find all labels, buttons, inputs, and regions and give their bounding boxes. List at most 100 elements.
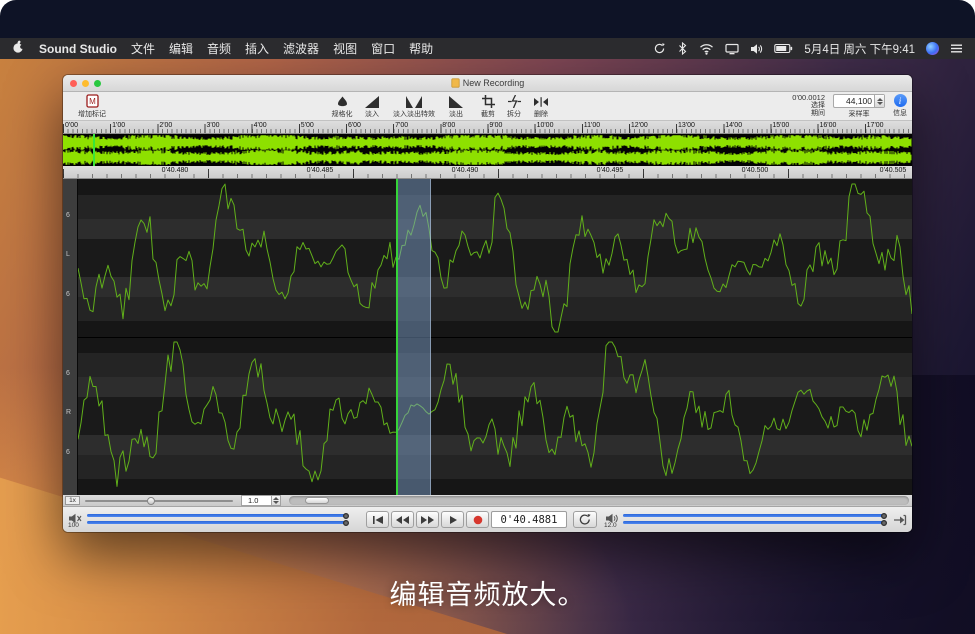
left-volume-slider-2[interactable] bbox=[87, 521, 347, 524]
fine-ruler[interactable]: 0'40.4800'40.4850'40.4900'40.4950'40.500… bbox=[63, 166, 912, 179]
close-button[interactable] bbox=[70, 80, 77, 87]
delete-icon bbox=[534, 94, 548, 108]
ruler-minute-label: 9'00 bbox=[487, 121, 534, 133]
record-button[interactable] bbox=[466, 511, 489, 528]
tool-crop[interactable]: 截剪 bbox=[475, 94, 501, 119]
marketing-frame: Sound Studio 文件 编辑 音频 插入 滤波器 视图 窗口 帮助 bbox=[0, 0, 975, 634]
bluetooth-icon[interactable] bbox=[677, 42, 688, 55]
menu-help[interactable]: 帮助 bbox=[409, 40, 433, 57]
sample-rate-dropdown[interactable]: 44,100 bbox=[833, 94, 885, 108]
timeline-labels: 0'001'002'003'004'005'006'007'008'009'00… bbox=[63, 121, 912, 133]
slider-handle[interactable] bbox=[881, 520, 887, 526]
ruler-minute-label: 2'00 bbox=[157, 121, 204, 133]
horizontal-scrollbar[interactable] bbox=[289, 496, 909, 505]
battery-icon[interactable] bbox=[774, 43, 793, 54]
left-volume-slider[interactable] bbox=[87, 514, 347, 517]
playthrough-slider-2[interactable] bbox=[623, 521, 885, 524]
go-to-start-button[interactable] bbox=[366, 511, 389, 528]
transport-buttons bbox=[366, 511, 489, 528]
add-marker-button[interactable]: M 增加标记 bbox=[69, 94, 115, 119]
ruler-minute-label: 3'00 bbox=[204, 121, 251, 133]
left-channel-label: L bbox=[66, 251, 70, 259]
menu-insert[interactable]: 插入 bbox=[245, 40, 269, 57]
zoom-slider-handle[interactable] bbox=[147, 497, 155, 505]
sound-studio-window: New Recording M 增加标记 规格化 bbox=[63, 75, 912, 532]
menu-audio[interactable]: 音频 bbox=[207, 40, 231, 57]
input-passthrough-icon[interactable] bbox=[893, 513, 908, 531]
volume-status-icon[interactable] bbox=[750, 43, 763, 55]
slider-handle[interactable] bbox=[343, 520, 349, 526]
menu-window[interactable]: 窗口 bbox=[371, 40, 395, 57]
overview-waveform-svg bbox=[63, 134, 912, 166]
zoom-slider[interactable] bbox=[85, 500, 233, 502]
toolbar: M 增加标记 规格化 淡入 bbox=[63, 92, 912, 121]
ruler-minute-label: 10'00 bbox=[535, 121, 582, 133]
db-label: 6 bbox=[66, 370, 70, 378]
zoom-stepper-icon[interactable] bbox=[271, 496, 280, 505]
apple-menu[interactable] bbox=[12, 40, 25, 57]
waveform-canvas[interactable] bbox=[78, 179, 912, 495]
overview-playhead[interactable] bbox=[93, 134, 95, 166]
scrollbar-thumb[interactable] bbox=[305, 497, 329, 504]
marker-icon: M bbox=[86, 94, 99, 108]
ruler-fine-label: 0'40.480 bbox=[162, 167, 189, 174]
overview-waveform[interactable] bbox=[63, 134, 912, 166]
rewind-button[interactable] bbox=[391, 511, 414, 528]
siri-icon[interactable] bbox=[926, 42, 939, 55]
selection-value: 0'00.0012 bbox=[792, 94, 825, 102]
tool-delete[interactable]: 删除 bbox=[527, 94, 555, 119]
zoom-value: 1.0 bbox=[248, 496, 258, 505]
ruler-fine-label: 0'40.500 bbox=[742, 167, 769, 174]
display-mirroring-icon[interactable] bbox=[725, 43, 739, 55]
slider-handle[interactable] bbox=[343, 513, 349, 519]
playthrough-slider[interactable] bbox=[623, 514, 885, 517]
window-title-bar[interactable]: New Recording bbox=[63, 75, 912, 92]
notification-center-icon[interactable] bbox=[950, 43, 963, 54]
db-label: 6 bbox=[66, 212, 70, 220]
tool-fade-in-out[interactable]: 淡入淡出特效 bbox=[385, 94, 443, 119]
tool-split[interactable]: 拆分 bbox=[501, 94, 527, 119]
info-button[interactable]: i bbox=[894, 94, 907, 107]
menu-bar-clock[interactable]: 5月4日 周六 下午9:41 bbox=[804, 41, 915, 57]
svg-text:M: M bbox=[89, 97, 96, 106]
menu-file[interactable]: 文件 bbox=[131, 40, 155, 57]
ruler-fine-label: 0'40.485 bbox=[307, 167, 334, 174]
app-menu-title[interactable]: Sound Studio bbox=[39, 42, 117, 56]
right-volume-value: 12.0 bbox=[604, 522, 617, 529]
duration-label: 期间 bbox=[792, 110, 825, 118]
menu-edit[interactable]: 编辑 bbox=[169, 40, 193, 57]
right-channel-label: R bbox=[66, 409, 71, 417]
playhead[interactable] bbox=[396, 179, 398, 495]
window-title: New Recording bbox=[463, 78, 525, 88]
play-button[interactable] bbox=[441, 511, 464, 528]
info-label: 信息 bbox=[893, 108, 907, 118]
selection-region[interactable] bbox=[397, 179, 431, 495]
ruler-fine-label: 0'40.505 bbox=[880, 167, 907, 174]
channel-divider bbox=[78, 337, 912, 338]
tool-fade-out[interactable]: 淡出 bbox=[443, 94, 469, 119]
wifi-icon[interactable] bbox=[699, 43, 714, 55]
ruler-minute-label: 8'00 bbox=[440, 121, 487, 133]
zoom-value-field[interactable]: 1.0 bbox=[241, 495, 281, 506]
ruler-minute-label: 6'00 bbox=[346, 121, 393, 133]
zoom-row: 1x 1.0 bbox=[63, 495, 912, 507]
zoom-button[interactable] bbox=[94, 80, 101, 87]
stepper-icon[interactable] bbox=[874, 95, 884, 107]
vertical-zoom-button[interactable]: 1x bbox=[65, 496, 80, 505]
tool-fade-in[interactable]: 淡入 bbox=[359, 94, 385, 119]
tool-normalize[interactable]: 规格化 bbox=[325, 94, 359, 119]
fast-forward-button[interactable] bbox=[416, 511, 439, 528]
loop-button[interactable] bbox=[573, 511, 597, 528]
menu-view[interactable]: 视图 bbox=[333, 40, 357, 57]
marketing-caption: 编辑音频放大。 bbox=[0, 573, 975, 612]
timeline-ruler[interactable]: 0'001'002'003'004'005'006'007'008'009'00… bbox=[63, 121, 912, 134]
ruler-minute-label: 1'00 bbox=[110, 121, 157, 133]
slider-handle[interactable] bbox=[881, 513, 887, 519]
menu-filter[interactable]: 滤波器 bbox=[283, 40, 319, 57]
apple-logo-icon bbox=[12, 40, 25, 54]
sync-status-icon[interactable] bbox=[653, 42, 666, 55]
time-display: 0'40.4881 bbox=[491, 511, 567, 528]
desktop-wallpaper: New Recording M 增加标记 规格化 bbox=[0, 59, 975, 634]
minimize-button[interactable] bbox=[82, 80, 89, 87]
fast-forward-icon bbox=[420, 514, 435, 526]
